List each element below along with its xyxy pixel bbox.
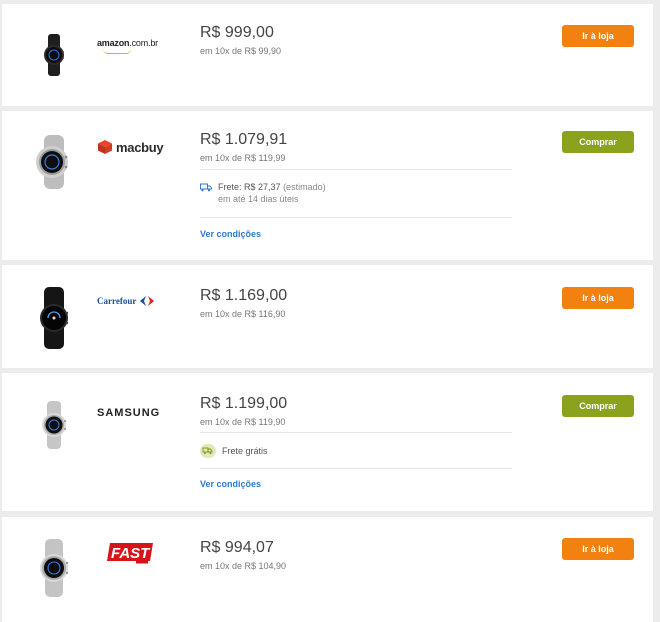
store-logo-samsung[interactable]: SAMSUNG bbox=[97, 403, 160, 421]
offer-price: R$ 994,07 bbox=[200, 539, 274, 556]
offer-card-carrefour: Carrefour R$ 1.169,00 em 10x de R$ 116,9… bbox=[2, 265, 653, 368]
offer-price: R$ 1.169,00 bbox=[200, 287, 288, 304]
free-shipping-truck-icon bbox=[200, 444, 216, 458]
offer-price: R$ 999,00 bbox=[200, 24, 274, 41]
divider bbox=[200, 432, 512, 433]
offer-card-fastshop: FAST R$ 994,07 em 10x de R$ 104,90 Ir à … bbox=[2, 517, 653, 622]
offer-price: R$ 1.079,91 bbox=[200, 131, 288, 148]
shipping-info: Frete: R$ 27,37 (estimado) em até 14 dia… bbox=[200, 182, 326, 204]
shipping-cost: Frete: R$ 27,37 bbox=[218, 182, 281, 192]
divider bbox=[200, 468, 512, 469]
offer-card-amazon: amazon.com.br R$ 999,00 em 10x de R$ 99,… bbox=[2, 4, 653, 106]
watch-thumbnail[interactable] bbox=[30, 537, 78, 604]
watch-thumbnail[interactable] bbox=[30, 285, 78, 356]
offer-list: amazon.com.br R$ 999,00 em 10x de R$ 99,… bbox=[0, 0, 660, 622]
macbuy-cube-icon bbox=[98, 140, 112, 154]
macbuy-logo-text: macbuy bbox=[116, 139, 164, 155]
store-logo-carrefour[interactable]: Carrefour bbox=[97, 295, 155, 307]
installments: em 10x de R$ 104,90 bbox=[200, 561, 287, 571]
installments: em 10x de R$ 116,90 bbox=[200, 309, 286, 319]
shipping-time: em até 14 dias úteis bbox=[218, 194, 299, 204]
fast-logo-text: FAST bbox=[111, 545, 151, 562]
store-logo-fastshop[interactable]: FAST bbox=[106, 541, 154, 565]
view-conditions-link[interactable]: Ver condições bbox=[200, 479, 261, 489]
amazon-logo-text: amazon bbox=[97, 38, 130, 48]
store-logo-macbuy[interactable]: macbuy bbox=[97, 139, 164, 155]
free-shipping-label: Frete grátis bbox=[222, 446, 268, 456]
buy-button[interactable]: Comprar bbox=[562, 395, 634, 417]
view-conditions-link[interactable]: Ver condições bbox=[200, 229, 261, 239]
installments: em 10x de R$ 119,99 bbox=[200, 153, 286, 163]
shipping-info: Frete grátis bbox=[200, 444, 268, 458]
buy-button[interactable]: Comprar bbox=[562, 131, 634, 153]
divider bbox=[200, 217, 512, 218]
offer-card-samsung: SAMSUNG R$ 1.199,00 em 10x de R$ 119,90 … bbox=[2, 373, 653, 511]
installments: em 10x de R$ 99,90 bbox=[200, 46, 282, 56]
store-logo-amazon[interactable]: amazon.com.br bbox=[97, 33, 158, 54]
go-to-store-button[interactable]: Ir à loja bbox=[562, 25, 634, 47]
carrefour-logo-text: Carrefour bbox=[97, 296, 137, 306]
watch-thumbnail[interactable] bbox=[30, 30, 78, 85]
go-to-store-button[interactable]: Ir à loja bbox=[562, 538, 634, 560]
samsung-logo-text: SAMSUNG bbox=[97, 407, 161, 419]
carrefour-emblem-icon bbox=[140, 296, 155, 306]
installments: em 10x de R$ 119,90 bbox=[200, 417, 286, 427]
watch-thumbnail[interactable] bbox=[30, 133, 78, 196]
amazon-smile-icon bbox=[103, 49, 131, 54]
amazon-logo-suffix: .com.br bbox=[129, 38, 158, 48]
shipping-note: (estimado) bbox=[283, 182, 326, 192]
go-to-store-button[interactable]: Ir à loja bbox=[562, 287, 634, 309]
truck-icon bbox=[200, 183, 212, 192]
offer-price: R$ 1.199,00 bbox=[200, 395, 288, 412]
offer-card-macbuy: macbuy R$ 1.079,91 em 10x de R$ 119,99 F… bbox=[2, 111, 653, 260]
divider bbox=[200, 169, 512, 170]
watch-thumbnail[interactable] bbox=[30, 399, 78, 456]
